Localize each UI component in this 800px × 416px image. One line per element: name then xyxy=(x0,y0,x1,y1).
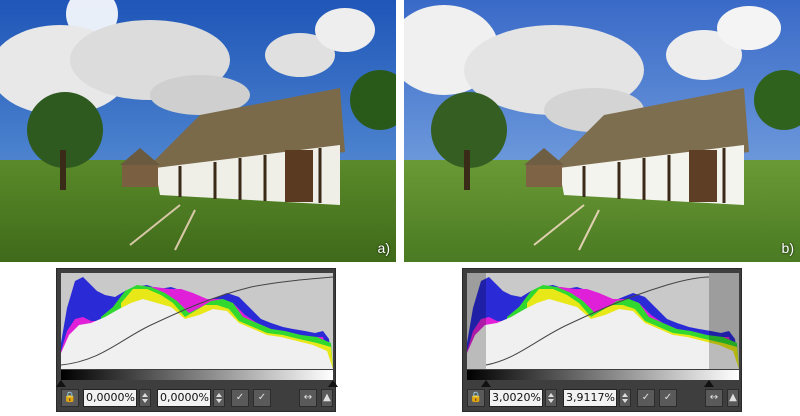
lock-icon[interactable]: 🔒 xyxy=(61,389,79,407)
histogram-controls: 🔒 0,0000% 0,0000% ✓ ✓ ↔ ▲ xyxy=(61,389,333,409)
white-point-marker[interactable] xyxy=(704,380,715,387)
histogram-panel-a: 🔒 0,0000% 0,0000% ✓ ✓ ↔ ▲ xyxy=(56,268,338,412)
eyedropper-black-icon[interactable]: ✓ xyxy=(231,389,249,407)
black-point-marker[interactable] xyxy=(481,380,492,387)
range-markers[interactable] xyxy=(56,380,338,388)
photo-a: a) xyxy=(0,0,396,262)
fit-width-icon[interactable]: ↔ xyxy=(299,389,317,407)
photo-b: b) xyxy=(404,0,800,262)
photo-label: b) xyxy=(781,240,794,256)
low-clip-spinner[interactable] xyxy=(139,389,151,407)
white-point-marker[interactable] xyxy=(328,380,338,387)
high-clip-spinner[interactable] xyxy=(213,389,225,407)
low-clip-field[interactable]: 0,0000% xyxy=(83,389,137,407)
histogram-controls: 🔒 3,0020% 3,9117% ✓ ✓ ↔ ▲ xyxy=(467,389,739,409)
low-clip-field[interactable]: 3,0020% xyxy=(489,389,543,407)
eyedropper-black-icon[interactable]: ✓ xyxy=(637,389,655,407)
tone-gradient xyxy=(467,370,739,380)
eyedropper-white-icon[interactable]: ✓ xyxy=(253,389,271,407)
histogram xyxy=(467,273,739,369)
eyedropper-white-icon[interactable]: ✓ xyxy=(659,389,677,407)
high-clip-spinner[interactable] xyxy=(619,389,631,407)
high-clip-field[interactable]: 0,0000% xyxy=(157,389,211,407)
low-clip-spinner[interactable] xyxy=(545,389,557,407)
histogram xyxy=(61,273,333,369)
tone-gradient xyxy=(61,370,333,380)
expand-icon[interactable]: ▲ xyxy=(727,389,739,407)
lock-icon[interactable]: 🔒 xyxy=(467,389,485,407)
black-point-marker[interactable] xyxy=(56,380,66,387)
photo-label: a) xyxy=(377,240,390,256)
fit-width-icon[interactable]: ↔ xyxy=(705,389,723,407)
expand-icon[interactable]: ▲ xyxy=(321,389,333,407)
range-markers[interactable] xyxy=(467,380,739,388)
high-clip-field[interactable]: 3,9117% xyxy=(563,389,617,407)
histogram-panel-b: 🔒 3,0020% 3,9117% ✓ ✓ ↔ ▲ xyxy=(462,268,742,412)
